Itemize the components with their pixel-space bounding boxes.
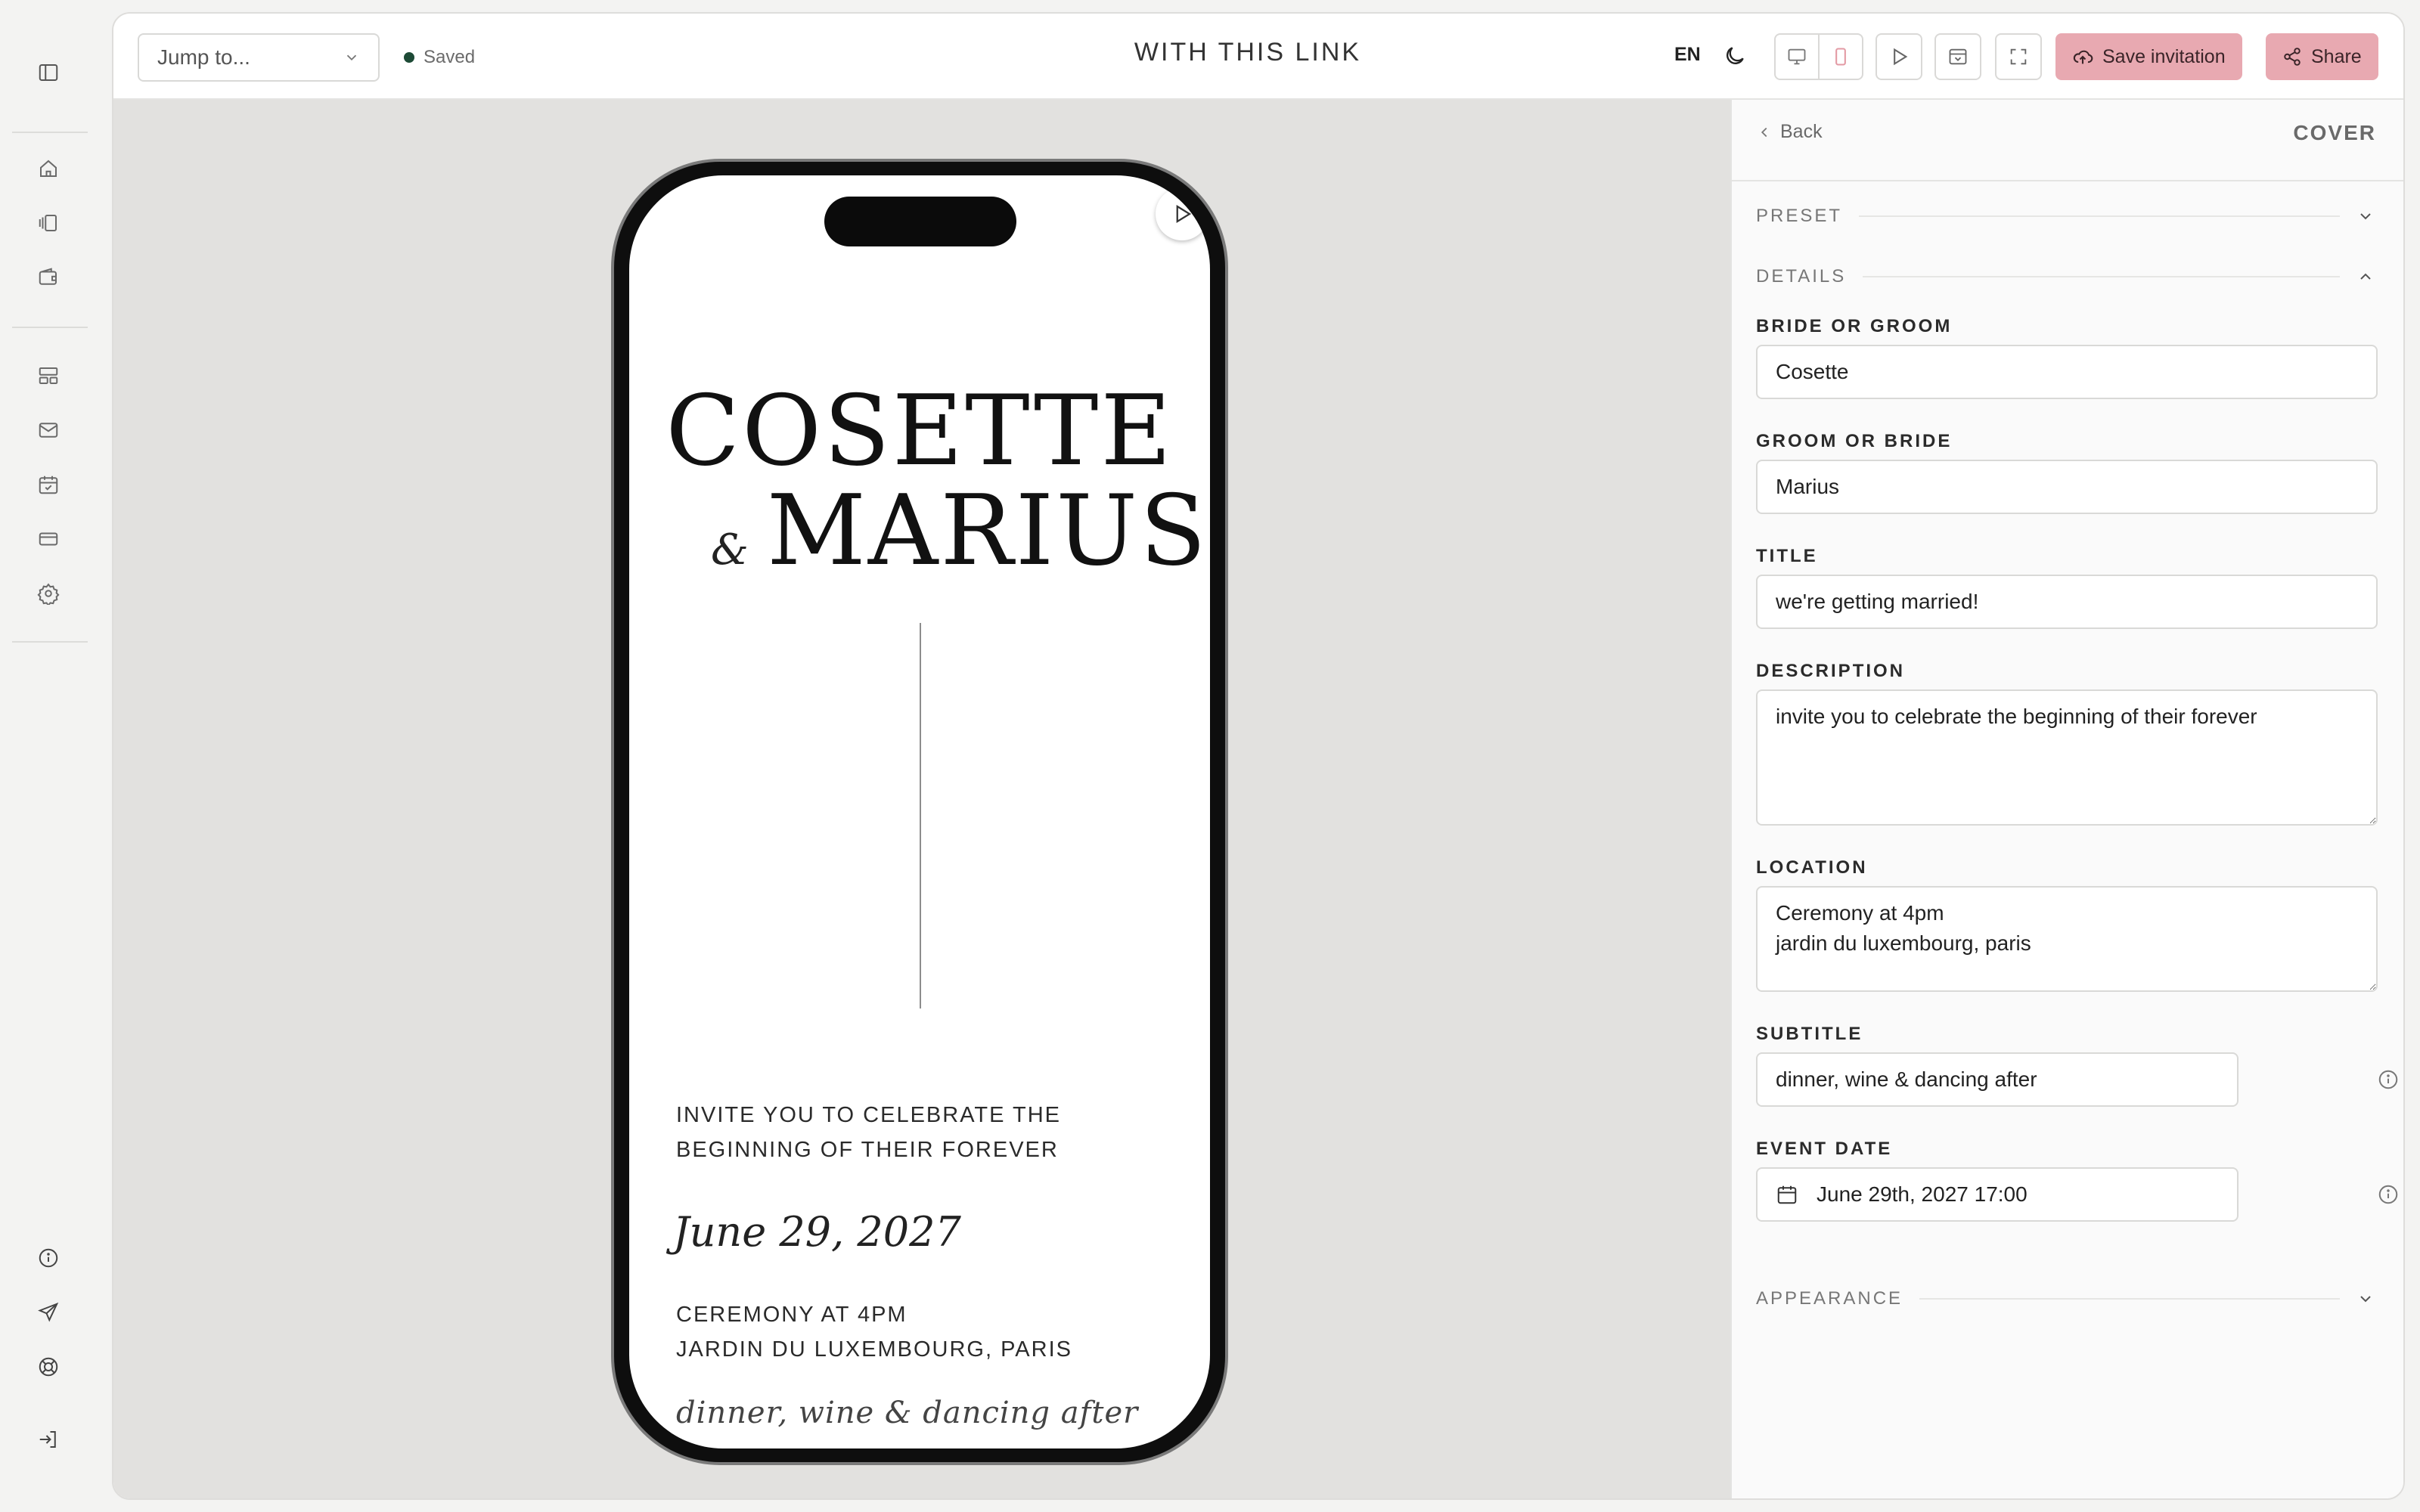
archive-icon [1949, 48, 1967, 65]
lifebuoy-icon[interactable] [33, 1352, 64, 1382]
description-label: DESCRIPTION [1756, 661, 1906, 681]
info-icon[interactable] [33, 1243, 64, 1273]
invitation-name-2: MARIUS [766, 475, 1208, 587]
event-date-info-icon[interactable] [2375, 1181, 2402, 1208]
home-icon[interactable] [33, 153, 64, 184]
moon-icon [1727, 47, 1744, 64]
logout-icon[interactable] [33, 1424, 64, 1455]
chevron-up-icon [2360, 273, 2371, 280]
title-label: TITLE [1756, 546, 1818, 566]
location-label: LOCATION [1756, 857, 1868, 878]
location-textarea[interactable]: Ceremony at 4pm jardin du luxembourg, pa… [1756, 886, 2378, 992]
invitation-description: invite you to celebrate the beginning of… [676, 1103, 1061, 1162]
invitation-location: Ceremony at 4pm jardin du luxembourg, pa… [676, 1297, 1160, 1367]
rail-divider [12, 327, 88, 328]
send-icon[interactable] [33, 1297, 64, 1328]
event-date-label: EVENT DATE [1756, 1139, 1893, 1159]
phone-frame: COSETTE & MARIUS invite you to celebrate… [614, 162, 1225, 1462]
bride-input[interactable] [1756, 345, 2378, 399]
chevron-down-icon [2360, 1296, 2371, 1303]
save-invitation-button[interactable]: Save invitation [2055, 33, 2242, 80]
status-dot [404, 52, 414, 63]
panel-header: Back COVER [1732, 100, 2403, 181]
cloud-upload-icon [2073, 50, 2093, 64]
section-divider [1863, 276, 2340, 277]
play-icon [1176, 204, 1192, 224]
fullscreen-button[interactable] [1995, 33, 2042, 80]
settings-icon[interactable] [33, 578, 64, 609]
title-input[interactable] [1756, 575, 2378, 629]
icon-rail [0, 0, 112, 1512]
back-label: Back [1780, 121, 1823, 142]
mobile-icon [1835, 48, 1846, 66]
subtitle-input[interactable] [1756, 1052, 2238, 1107]
share-button[interactable]: Share [2266, 33, 2378, 80]
panel-section-title: COVER [2293, 121, 2376, 144]
invitation-name-1: COSETTE [666, 375, 1174, 488]
details-section-toggle[interactable]: DETAILS [1756, 262, 2375, 292]
invitation-ampersand: & [711, 525, 749, 575]
jump-to-select[interactable]: Jump to... [138, 33, 380, 82]
top-bar: Jump to... Saved WITH THIS LINK EN Save … [113, 14, 2403, 100]
chevron-left-icon [1761, 127, 1767, 137]
section-divider [1859, 215, 2340, 217]
desktop-icon [1788, 48, 1806, 65]
desktop-view-button[interactable] [1776, 35, 1820, 79]
share-icon [2284, 48, 2301, 66]
preview-play-button[interactable] [1876, 33, 1922, 80]
appearance-section-label: APPEARANCE [1756, 1288, 1903, 1309]
layout-icon[interactable] [33, 361, 64, 391]
bride-label: BRIDE OR GROOM [1756, 316, 1953, 336]
event-date-value: June 29th, 2027 17:00 [1817, 1182, 2028, 1206]
page-title: WITH THIS LINK [1134, 38, 1362, 67]
expand-icon [2010, 48, 2027, 65]
card-icon[interactable] [33, 524, 64, 554]
save-status: Saved [404, 44, 475, 71]
status-text: Saved [424, 47, 476, 67]
mobile-view-button[interactable] [1820, 35, 1862, 79]
subtitle-info-icon[interactable] [2375, 1066, 2402, 1093]
details-section-label: DETAILS [1756, 266, 1847, 287]
section-divider [1919, 1298, 2340, 1300]
rail-divider [12, 641, 88, 643]
location-line-2: jardin du luxembourg, paris [676, 1337, 1072, 1362]
pages-icon[interactable] [33, 208, 64, 238]
groom-label: GROOM OR BRIDE [1756, 431, 1953, 451]
calendar-icon [1777, 1185, 1797, 1204]
preset-section-toggle[interactable]: PRESET [1756, 201, 2375, 231]
location-line-1: Ceremony at 4pm [676, 1303, 908, 1327]
settings-panel: Back COVER PRESET DETAILS BRIDE OR GROOM… [1730, 100, 2403, 1498]
groom-input[interactable] [1756, 460, 2378, 514]
description-textarea[interactable]: invite you to celebrate the beginning of… [1756, 689, 2378, 826]
dynamic-island [824, 197, 1016, 246]
invitation-subtitle: dinner, wine & dancing after [676, 1396, 1139, 1430]
play-icon [1894, 48, 1908, 66]
sidebar-toggle-icon[interactable] [33, 57, 64, 88]
share-label: Share [2311, 45, 2362, 67]
appearance-section-toggle[interactable]: APPEARANCE [1756, 1284, 2375, 1314]
invitation-name-2-row: & MARIUS [711, 475, 1208, 587]
subtitle-label: SUBTITLE [1756, 1024, 1863, 1044]
decorative-divider [920, 623, 921, 1009]
chevron-down-icon [346, 54, 357, 61]
mail-icon[interactable] [33, 415, 64, 445]
editor-window: Jump to... Saved WITH THIS LINK EN Save … [112, 12, 2405, 1500]
rail-divider [12, 132, 88, 133]
calendar-check-icon[interactable] [33, 469, 64, 500]
invitation-date: June 29, 2027 [673, 1208, 961, 1256]
jump-to-placeholder: Jump to... [157, 45, 250, 69]
wallet-icon[interactable] [33, 262, 64, 293]
back-button[interactable]: Back [1756, 121, 1823, 143]
invitation-screen: COSETTE & MARIUS invite you to celebrate… [629, 175, 1210, 1448]
event-date-picker[interactable]: June 29th, 2027 17:00 [1756, 1167, 2238, 1222]
chevron-down-icon [2360, 213, 2371, 220]
device-toggle-group [1774, 33, 1863, 80]
archive-button[interactable] [1934, 33, 1981, 80]
preset-section-label: PRESET [1756, 206, 1843, 226]
language-switch[interactable]: EN [1674, 44, 1701, 66]
dark-mode-toggle[interactable] [1723, 44, 1747, 68]
invitation-play-button[interactable] [1156, 187, 1208, 240]
preview-canvas: COSETTE & MARIUS invite you to celebrate… [113, 100, 1730, 1498]
save-invitation-label: Save invitation [2102, 45, 2226, 67]
